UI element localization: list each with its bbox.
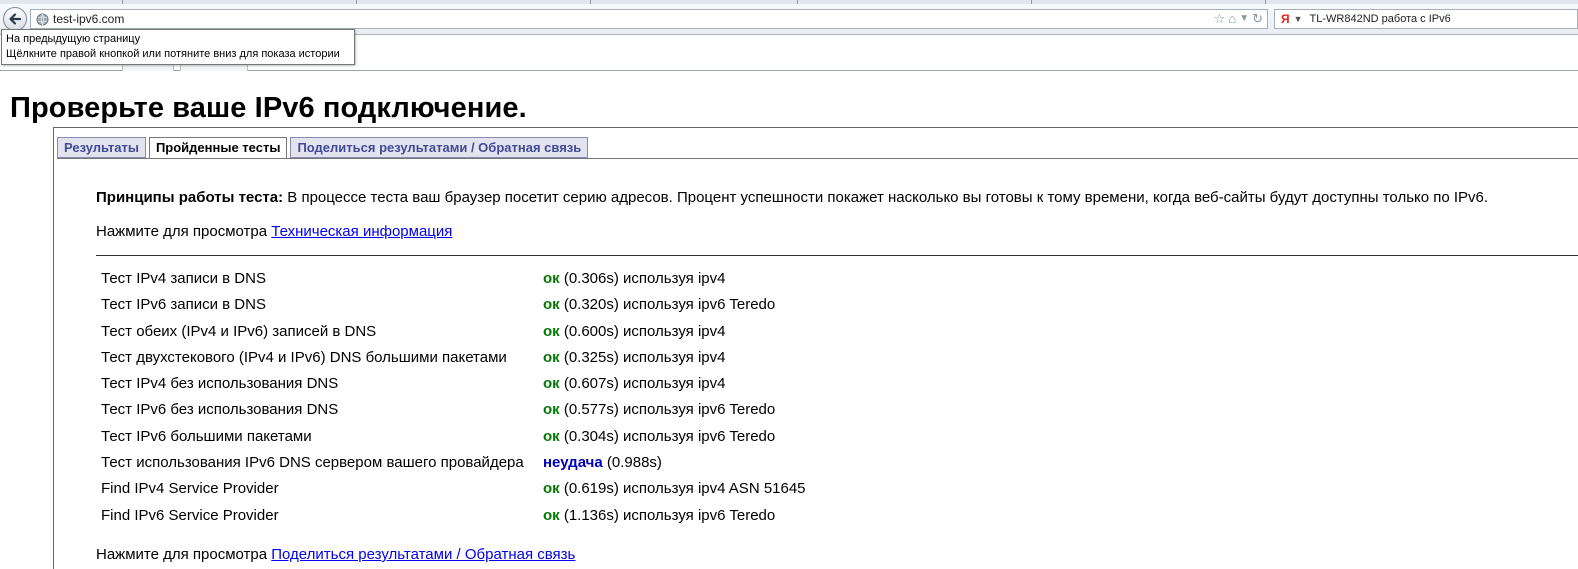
test-detail: (0.988s) [602,454,662,472]
test-detail: (0.306s) используя ipv4 [559,270,726,287]
test-result: ок (0.607s) используя ipv4 [543,371,725,397]
test-result: ок (0.304s) используя ipv6 Teredo [543,424,775,450]
dropdown-icon[interactable]: ▼ [1239,10,1249,28]
search-engine-dropdown-icon[interactable]: ▼ [1294,14,1303,24]
table-row: Тест IPv6 записи в DNS ок (0.320s) испол… [101,292,1001,318]
status-badge: ок [543,322,560,340]
test-detail: (0.619s) используя ipv4 ASN 51645 [559,480,806,498]
status-badge: неудача [543,454,603,472]
divider [96,255,1578,256]
tooltip-line: На предыдущую страницу [6,33,141,45]
test-name: Тест использования IPv6 DNS сервером ваш… [101,454,524,472]
test-name: Find IPv6 Service Provider [101,506,279,524]
principles-text: В процессе теста ваш браузер посетит сер… [283,189,1489,206]
test-detail: (0.304s) используя ipv6 Teredo [559,427,776,445]
share-prefix: Нажмите для просмотра [96,546,272,563]
status-badge: ок [543,427,560,445]
test-name: Find IPv4 Service Provider [101,480,279,498]
status-badge: ок [543,270,560,287]
table-row: Find IPv4 Service Provider ок (0.619s) и… [101,476,1001,502]
status-badge: ок [543,401,560,419]
table-row: Тест обеих (IPv4 и IPv6) записей в DNS о… [101,319,1001,345]
test-result: ок (0.325s) используя ipv4 [543,345,725,371]
test-result: ок (0.577s) используя ipv6 Teredo [543,397,775,423]
status-badge: ок [543,506,560,524]
test-name: Тест обеих (IPv4 и IPv6) записей в DNS [101,322,377,340]
status-badge: ок [543,375,560,393]
tooltip-line: Щёлкните правой кнопкой или потяните вни… [6,48,340,60]
test-name: Тест IPv6 большими пакетами [101,427,312,445]
tab-baseline [57,158,1578,159]
back-button-tooltip: На предыдущую страницу Щёлкните правой к… [1,29,355,65]
status-badge: ок [543,296,560,314]
status-badge: ок [543,348,560,366]
globe-icon [36,13,49,26]
principles-paragraph: Принципы работы теста: В процессе теста … [96,188,1488,208]
search-bar[interactable]: Я ▼ TL-WR842ND работа с IPv6 [1274,9,1578,29]
test-detail: (0.577s) используя ipv6 Teredo [559,401,776,419]
test-detail: (0.325s) используя ipv4 [559,348,726,366]
home-icon[interactable]: ⌂ [1228,10,1236,28]
tech-info-line: Нажмите для просмотра Техническая информ… [96,222,452,242]
table-row: Тест IPv6 большими пакетами ок (0.304s) … [101,424,1001,450]
test-name: Тест IPv6 записи в DNS [101,296,266,314]
test-detail: (0.600s) используя ipv4 [559,322,726,340]
table-row: Тест IPv6 без использования DNS ок (0.57… [101,397,1001,423]
tests-table: Тест IPv4 записи в DNS ок (0.306s) испол… [101,266,1001,529]
table-row: Тест двухстекового (IPv4 и IPv6) DNS бол… [101,345,1001,371]
table-row: Тест использования IPv6 DNS сервером ваш… [101,450,1001,476]
table-row: Find IPv6 Service Provider ок (1.136s) и… [101,503,1001,529]
test-result: ок (1.136s) используя ipv6 Teredo [543,503,775,529]
search-text: TL-WR842ND работа с IPv6 [1309,13,1451,25]
share-feedback-link[interactable]: Поделиться результатами / Обратная связь [271,546,575,563]
yandex-icon[interactable]: Я [1281,12,1290,26]
url-bar[interactable]: test-ipv6.com ☆ ⌂ ▼ ↻ [30,9,1268,29]
tab-results[interactable]: Результаты [57,137,146,158]
test-result: ок (0.619s) используя ipv4 ASN 51645 [543,476,806,502]
share-line: Нажмите для просмотра Поделиться результ… [96,545,575,565]
test-name: Тест IPv6 без использования DNS [101,401,339,419]
page-title: Проверьте ваше IPv6 подключение. [10,92,527,124]
status-badge: ок [543,480,560,498]
test-result: ок (0.600s) используя ipv4 [543,319,725,345]
test-detail: (0.607s) используя ipv4 [559,375,726,393]
back-button[interactable] [3,7,27,31]
test-name: Тест IPv4 записи в DNS [101,270,266,287]
tech-info-link[interactable]: Техническая информация [271,223,452,240]
back-arrow-icon [9,13,22,25]
table-row: Тест IPv4 записи в DNS ок (0.306s) испол… [101,266,1001,292]
test-result: ок (0.306s) используя ipv4 [543,266,725,292]
table-row: Тест IPv4 без использования DNS ок (0.60… [101,371,1001,397]
star-icon[interactable]: ☆ [1214,10,1226,28]
url-text: test-ipv6.com [53,12,125,26]
principles-label: Принципы работы теста: [96,189,284,206]
test-name: Тест двухстекового (IPv4 и IPv6) DNS бол… [101,348,507,366]
tabs-row: Результаты Пройденные тесты Поделиться р… [57,137,591,159]
tab-share-feedback[interactable]: Поделиться результатами / Обратная связь [290,137,589,158]
test-name: Тест IPv4 без использования DNS [101,375,339,393]
test-result: ок (0.320s) используя ipv6 Teredo [543,292,775,318]
test-result: неудача (0.988s) [543,450,662,476]
tech-info-prefix: Нажмите для просмотра [96,223,272,240]
test-detail: (1.136s) используя ipv6 Teredo [559,506,776,524]
test-detail: (0.320s) используя ipv6 Teredo [559,296,776,314]
tab-tests-passed[interactable]: Пройденные тесты [148,137,288,159]
refresh-icon[interactable]: ↻ [1252,10,1263,28]
